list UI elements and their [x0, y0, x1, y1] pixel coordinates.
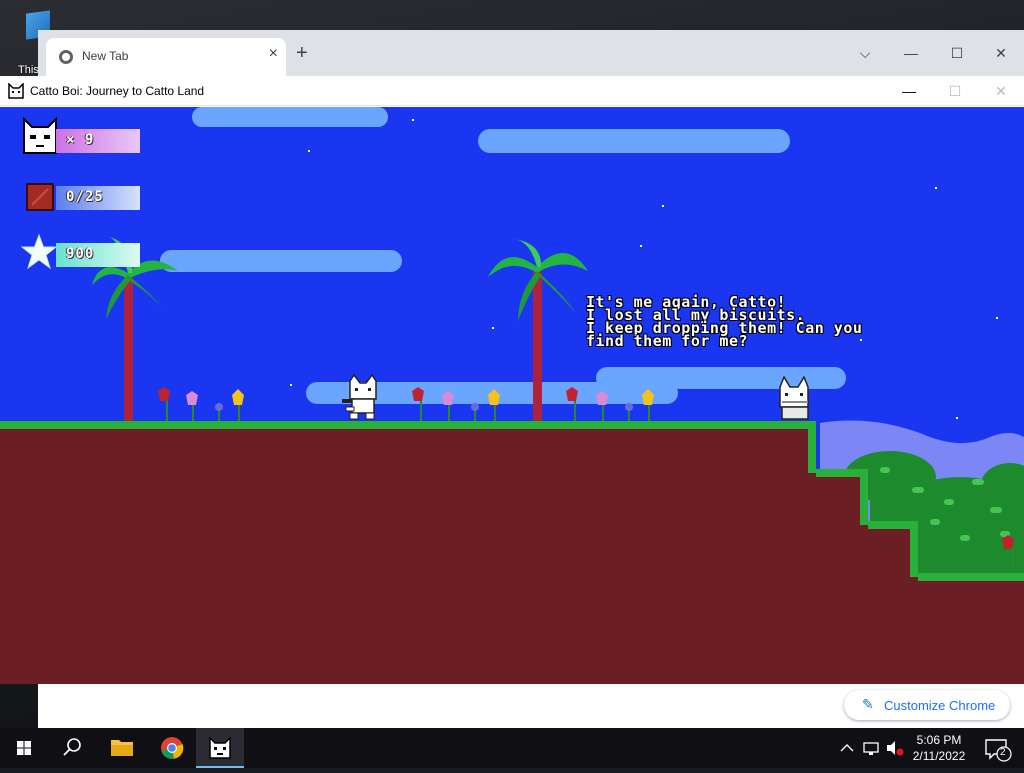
biscuits-count: 0/25 — [66, 189, 104, 205]
clock-time: 5:06 PM — [916, 733, 962, 747]
network-status[interactable] — [860, 728, 882, 768]
score-bar: 900 — [56, 243, 140, 267]
taskbar-catto-game[interactable] — [196, 728, 244, 768]
chevron-up-icon — [840, 744, 854, 752]
tab-search-button[interactable]: ⌵ — [842, 38, 888, 68]
game-close-button[interactable]: ✕ — [978, 76, 1024, 106]
taskbar-file-explorer[interactable] — [98, 728, 146, 768]
score-count: 900 — [66, 246, 95, 262]
notification-icon — [985, 739, 1012, 762]
taskbar: 5:06 PM 2/11/2022 2 — [0, 728, 1024, 768]
game-scene — [0, 107, 1024, 684]
catto-game-icon — [209, 736, 231, 759]
lives-bar: × 9 — [56, 129, 140, 153]
windows-start-icon — [17, 741, 31, 755]
taskbar-chrome[interactable] — [148, 728, 196, 768]
chrome-favicon-icon — [59, 50, 73, 64]
customize-chrome-label: Customize Chrome — [884, 698, 996, 713]
network-icon — [863, 742, 879, 755]
volume-status[interactable] — [884, 728, 906, 768]
game-canvas[interactable]: × 9 0/25 900 It's me again, Catto! I los… — [0, 107, 1024, 684]
volume-muted-icon — [887, 741, 904, 756]
star-icon — [20, 233, 58, 270]
new-tab-page-footer: ✎ Customize Chrome — [38, 684, 1024, 728]
chrome-maximize-button[interactable]: ☐ — [934, 38, 980, 68]
game-title-bar: Catto Boi: Journey to Catto Land — ☐ ✕ — [0, 76, 1024, 106]
taskbar-search-button[interactable] — [48, 728, 96, 768]
chrome-icon — [161, 737, 184, 759]
biscuit-icon — [26, 183, 54, 211]
action-center-button[interactable]: 2 — [978, 728, 1018, 768]
chrome-tab-new-tab[interactable]: New Tab × — [46, 38, 286, 76]
tab-title: New Tab — [82, 49, 129, 63]
pencil-icon: ✎ — [862, 696, 874, 712]
windows-start-button[interactable] — [0, 728, 48, 768]
customize-chrome-button[interactable]: ✎ Customize Chrome — [844, 690, 1010, 720]
game-window-title: Catto Boi: Journey to Catto Land — [30, 84, 205, 98]
chrome-tab-strip: New Tab × + ⌵ — ☐ ✕ — [38, 30, 1024, 76]
tab-close-icon[interactable]: × — [269, 45, 278, 63]
cat-face-icon — [23, 117, 57, 154]
taskbar-clock[interactable]: 5:06 PM 2/11/2022 — [906, 732, 972, 764]
npc-dialog: It's me again, Catto! I lost all my bisc… — [586, 295, 1006, 349]
desktop-icon-label: This — [18, 64, 39, 76]
chrome-close-button[interactable]: ✕ — [978, 38, 1024, 68]
game-minimize-button[interactable]: — — [886, 76, 932, 106]
game-window: Catto Boi: Journey to Catto Land — ☐ ✕ ×… — [0, 76, 1024, 684]
lives-count: × 9 — [66, 132, 95, 148]
search-icon — [63, 738, 81, 756]
game-maximize-button[interactable]: ☐ — [932, 76, 978, 106]
file-explorer-icon — [111, 740, 133, 756]
biscuits-bar: 0/25 — [56, 186, 140, 210]
clock-date: 2/11/2022 — [912, 749, 966, 763]
chrome-minimize-button[interactable]: — — [888, 38, 934, 68]
catto-app-icon — [8, 83, 24, 99]
show-hidden-icons-button[interactable] — [836, 728, 858, 768]
notification-count: 2 — [1000, 747, 1006, 758]
new-tab-button[interactable]: + — [296, 42, 308, 65]
